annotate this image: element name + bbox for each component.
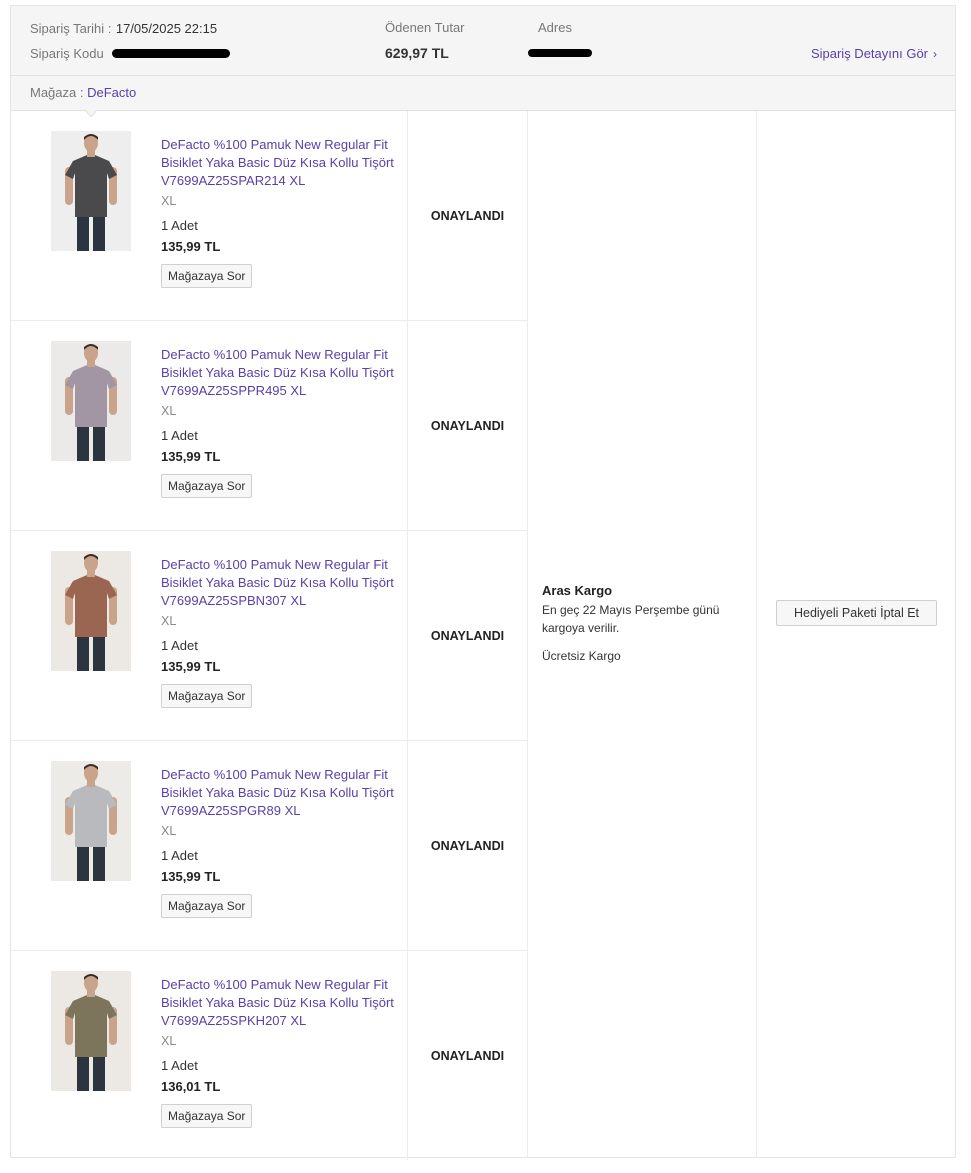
product-illustration-part [93, 843, 105, 881]
cargo-info: Aras Kargo En geç 22 Mayıs Perşembe günü… [542, 583, 742, 663]
product-illustration-part [93, 1053, 105, 1091]
store-label: Mağaza : [30, 85, 84, 100]
product-image[interactable] [51, 761, 131, 881]
order-card: Sipariş Tarihi : 17/05/2025 22:15 Sipari… [10, 5, 956, 1161]
product-quantity: 1 Adet [161, 1058, 198, 1073]
product-name-link[interactable]: DeFacto %100 Pamuk New Regular Fit Bisik… [161, 556, 403, 610]
order-date-value: 17/05/2025 22:15 [115, 21, 218, 36]
address-redacted [528, 49, 592, 57]
item-status: ONAYLANDI [407, 321, 527, 530]
store-bar: Mağaza : DeFacto [11, 76, 955, 111]
order-item-row: DeFacto %100 Pamuk New Regular Fit Bisik… [11, 111, 527, 321]
product-price: 135,99 TL [161, 869, 221, 884]
product-illustration-part [77, 843, 89, 881]
paid-amount-value: 629,97 TL [385, 45, 449, 61]
order-item-row: DeFacto %100 Pamuk New Regular Fit Bisik… [11, 951, 527, 1161]
product-price: 135,99 TL [161, 659, 221, 674]
product-name-link[interactable]: DeFacto %100 Pamuk New Regular Fit Bisik… [161, 346, 403, 400]
product-illustration-part [77, 633, 89, 671]
column-divider [527, 111, 528, 1158]
chevron-right-icon: › [933, 47, 937, 61]
item-status: ONAYLANDI [407, 531, 527, 740]
order-detail-link[interactable]: Sipariş Detayını Gör › [811, 46, 937, 61]
order-item-row: DeFacto %100 Pamuk New Regular Fit Bisik… [11, 321, 527, 531]
free-shipping-label: Ücretsiz Kargo [542, 649, 621, 663]
paid-amount-label: Ödenen Tutar [385, 20, 465, 35]
product-name-link[interactable]: DeFacto %100 Pamuk New Regular Fit Bisik… [161, 976, 403, 1030]
order-date: Sipariş Tarihi : 17/05/2025 22:15 [30, 20, 217, 38]
cargo-company: Aras Kargo [542, 583, 613, 598]
product-price: 136,01 TL [161, 1079, 221, 1094]
product-image[interactable] [51, 131, 131, 251]
product-quantity: 1 Adet [161, 218, 198, 233]
ask-store-button[interactable]: Mağazaya Sor [161, 1104, 253, 1128]
product-quantity: 1 Adet [161, 848, 198, 863]
product-size: XL [161, 194, 177, 208]
product-illustration-part [77, 1053, 89, 1091]
order-items: DeFacto %100 Pamuk New Regular Fit Bisik… [11, 111, 527, 1161]
cancel-gift-package-button[interactable]: Hediyeli Paketi İptal Et [776, 600, 937, 626]
store-name-link[interactable]: DeFacto [87, 85, 136, 100]
product-illustration-part [77, 423, 89, 461]
order-code-label: Sipariş Kodu [30, 46, 104, 61]
item-status: ONAYLANDI [407, 111, 527, 320]
product-size: XL [161, 614, 177, 628]
product-size: XL [161, 404, 177, 418]
product-name-link[interactable]: DeFacto %100 Pamuk New Regular Fit Bisik… [161, 136, 403, 190]
product-name-link[interactable]: DeFacto %100 Pamuk New Regular Fit Bisik… [161, 766, 403, 820]
product-price: 135,99 TL [161, 239, 221, 254]
product-quantity: 1 Adet [161, 638, 198, 653]
product-illustration-part [77, 213, 89, 251]
product-quantity: 1 Adet [161, 428, 198, 443]
product-size: XL [161, 1034, 177, 1048]
product-illustration-part [93, 213, 105, 251]
address-label: Adres [538, 20, 572, 35]
ask-store-button[interactable]: Mağazaya Sor [161, 264, 253, 288]
store-info: Mağaza : DeFacto [30, 85, 136, 100]
product-illustration-part [93, 423, 105, 461]
ask-store-button[interactable]: Mağazaya Sor [161, 894, 253, 918]
product-image[interactable] [51, 551, 131, 671]
cargo-estimate: En geç 22 Mayıs Perşembe günü kargoya ve… [542, 603, 720, 635]
order-code-redacted [112, 49, 231, 59]
order-code: Sipariş Kodu [30, 45, 231, 63]
product-price: 135,99 TL [161, 449, 221, 464]
product-image[interactable] [51, 341, 131, 461]
product-image[interactable] [51, 971, 131, 1091]
order-date-label: Sipariş Tarihi : [30, 21, 112, 36]
order-item-row: DeFacto %100 Pamuk New Regular Fit Bisik… [11, 741, 527, 951]
item-status: ONAYLANDI [407, 951, 527, 1160]
ask-store-button[interactable]: Mağazaya Sor [161, 684, 253, 708]
order-header: Sipariş Tarihi : 17/05/2025 22:15 Sipari… [11, 6, 955, 76]
column-divider [756, 111, 757, 1158]
order-detail-link-label: Sipariş Detayını Gör [810, 46, 928, 61]
product-illustration-part [93, 633, 105, 671]
ask-store-button[interactable]: Mağazaya Sor [161, 474, 253, 498]
product-size: XL [161, 824, 177, 838]
item-status: ONAYLANDI [407, 741, 527, 950]
order-item-row: DeFacto %100 Pamuk New Regular Fit Bisik… [11, 531, 527, 741]
